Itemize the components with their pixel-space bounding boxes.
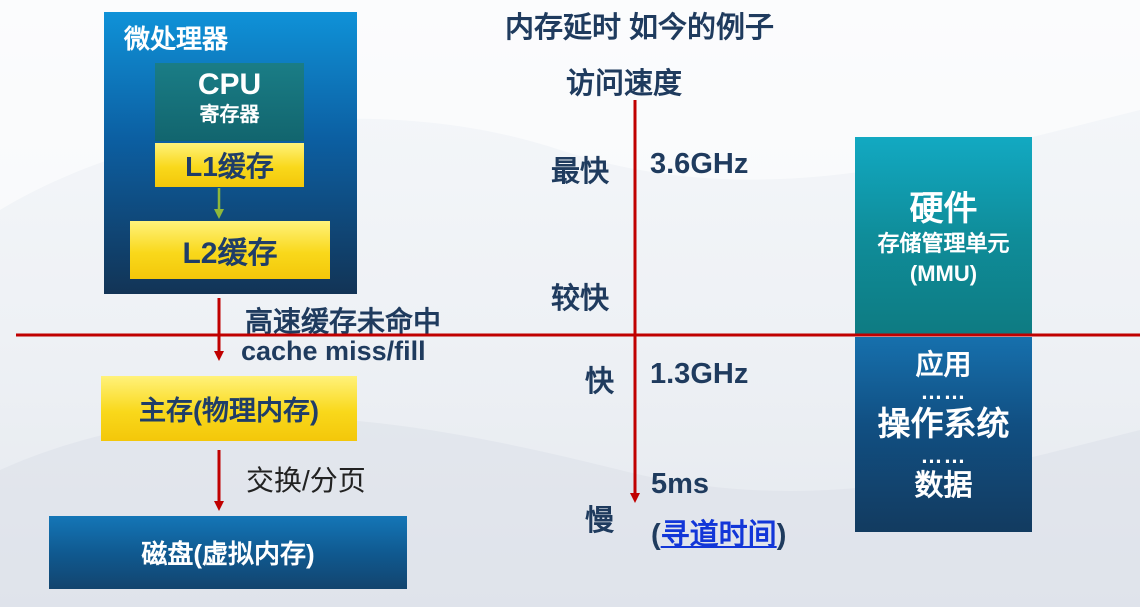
cpu-register-box: CPU 寄存器 bbox=[155, 63, 304, 141]
seek-time-link[interactable]: 寻道时间 bbox=[661, 519, 777, 551]
l2-cache-box: L2缓存 bbox=[130, 221, 330, 279]
example-seek-time: (寻道时间) bbox=[651, 511, 786, 553]
register-label: 寄存器 bbox=[199, 104, 260, 126]
software-data: 数据 bbox=[914, 470, 973, 502]
l1-cache-box: L1缓存 bbox=[155, 143, 304, 187]
speed-slow-label: 慢 bbox=[585, 505, 615, 537]
example-memory-freq: 1.3GHz bbox=[650, 358, 749, 390]
cache-miss-label-en: cache miss/fill bbox=[241, 336, 426, 366]
disk-virtual-memory-box: 磁盘(虚拟内存) bbox=[49, 516, 407, 589]
main-memory-box: 主存(物理内存) bbox=[101, 376, 357, 441]
speed-fast-label: 快 bbox=[585, 366, 615, 398]
hardware-title: 硬件 bbox=[909, 190, 978, 228]
example-cpu-freq: 3.6GHz bbox=[650, 148, 749, 180]
hardware-mmu-box: 硬件 存储管理单元 (MMU) bbox=[855, 137, 1032, 334]
speed-fastest-label: 最快 bbox=[551, 156, 610, 188]
latency-header: 内存延时 如今的例子 bbox=[505, 12, 775, 44]
seek-paren-close: ) bbox=[776, 519, 787, 551]
cpu-label: CPU bbox=[197, 68, 262, 101]
swap-paging-label: 交换/分页 bbox=[246, 465, 366, 496]
microprocessor-title: 微处理器 bbox=[124, 24, 229, 54]
access-speed-header: 访问速度 bbox=[566, 68, 683, 100]
software-dots-2: …… bbox=[920, 443, 967, 468]
software-app: 应用 bbox=[915, 349, 972, 380]
mmu-abbrev: (MMU) bbox=[909, 261, 978, 286]
speed-faster-label: 较快 bbox=[551, 283, 610, 315]
software-os: 操作系统 bbox=[877, 405, 1010, 442]
example-disk-latency: 5ms bbox=[651, 468, 710, 500]
mmu-label: 存储管理单元 bbox=[877, 231, 1010, 256]
software-box: 应用 …… 操作系统 …… 数据 bbox=[855, 337, 1032, 532]
cache-miss-label-zh: 高速缓存未命中 bbox=[245, 306, 442, 337]
software-dots-1: …… bbox=[920, 379, 967, 404]
seek-paren-open: ( bbox=[651, 519, 661, 551]
